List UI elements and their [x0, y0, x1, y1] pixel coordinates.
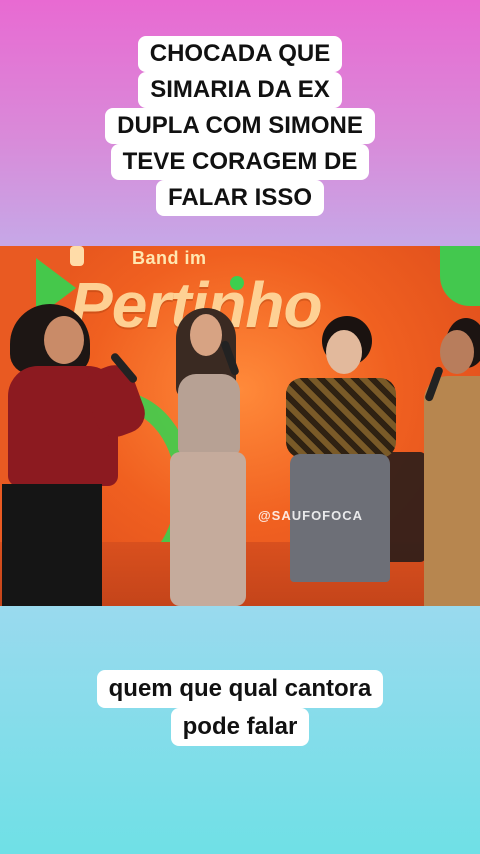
golden-dress [424, 376, 480, 606]
video-watermark: @SAUFOFOCA [258, 508, 364, 523]
caption-line: TEVE CORAGEM DE [110, 144, 370, 180]
caption-line: pode falar [170, 708, 310, 746]
band-logo-icon [70, 246, 84, 266]
reel-page: CHOCADA QUE SIMARIA DA EX DUPLA COM SIMO… [0, 0, 480, 854]
top-caption: CHOCADA QUE SIMARIA DA EX DUPLA COM SIMO… [0, 36, 480, 216]
channel-logo: Band im [132, 248, 207, 268]
caption-line: CHOCADA QUE [137, 36, 343, 72]
caption-line: DUPLA COM SIMONE [105, 108, 375, 144]
face [326, 330, 362, 374]
caption-line: quem que qual cantora [96, 670, 384, 708]
face [190, 314, 222, 356]
outfit-pants [170, 452, 246, 606]
face [44, 316, 84, 364]
leopard-jacket [286, 378, 396, 458]
caption-line: SIMARIA DA EX [138, 72, 342, 108]
face [440, 330, 474, 374]
caption-line: FALAR ISSO [155, 180, 324, 216]
bottom-caption: quem que qual cantora pode falar [0, 670, 480, 746]
black-pants [2, 484, 102, 606]
green-corner-decoration [440, 246, 480, 306]
video-frame[interactable]: Band im Pertinho @SAUFOFOCA [0, 246, 480, 606]
microphone-icon [230, 276, 244, 290]
outfit-top [178, 374, 240, 454]
